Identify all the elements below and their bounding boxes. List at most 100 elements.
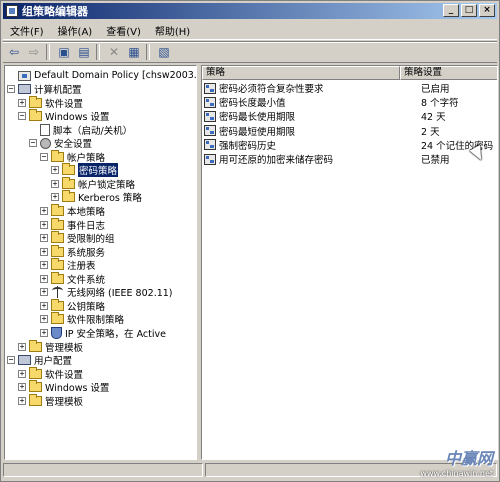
expand-icon[interactable]: + (18, 342, 26, 351)
menu-action[interactable]: 操作(A) (51, 23, 100, 38)
toolbar-separator (146, 44, 150, 60)
tree-item[interactable]: 脚本（启动/关机） (29, 123, 132, 137)
console-tree[interactable]: Default Domain Policy [chsw2003.ms − 计算机配置… (4, 65, 197, 460)
expand-icon[interactable]: + (40, 247, 48, 256)
tree-item-label: 帐户锁定策略 (78, 179, 136, 191)
policy-row[interactable]: 密码长度最小值 8 个字符 (202, 95, 497, 110)
expand-icon[interactable]: + (40, 328, 48, 337)
folder-icon (62, 190, 75, 203)
tree-item[interactable]: + 事件日志 (40, 217, 105, 232)
policy-row[interactable]: 密码必须符合复杂性要求 已启用 (202, 81, 497, 95)
folder-icon (29, 95, 42, 108)
policy-name: 用可还原的加密来储存密码 (219, 155, 334, 166)
tree-item[interactable]: + 管理模板 (18, 339, 83, 354)
collapse-icon[interactable]: − (40, 152, 48, 161)
tree-item[interactable]: + 密码策略 (51, 162, 120, 179)
expand-icon[interactable]: + (40, 220, 48, 229)
expand-icon[interactable]: + (18, 98, 26, 107)
column-header-policy[interactable]: 策略 (202, 66, 400, 80)
policy-row[interactable]: 密码最短使用期限 2 天 (202, 124, 497, 138)
expand-icon[interactable]: + (40, 315, 48, 324)
column-header-setting[interactable]: 策略设置 (400, 66, 497, 80)
folder-icon (51, 312, 64, 325)
details-pane[interactable]: 策略 策略设置 密码必须符合复杂性要求 已启用 密码长度最小值 8 个字符 密码最长使用… (201, 65, 498, 460)
expand-icon[interactable]: + (18, 383, 26, 392)
show-hide-tree-icon[interactable]: ▤ (75, 44, 93, 60)
tree-item[interactable]: + Windows 设置 (18, 380, 109, 394)
tree-item[interactable]: + 本地策略 (40, 204, 105, 218)
expand-icon[interactable]: + (40, 261, 48, 270)
help-icon[interactable]: ▧ (155, 44, 173, 60)
close-button[interactable]: × (479, 4, 495, 17)
collapse-icon[interactable]: − (18, 112, 26, 121)
menu-help[interactable]: 帮助(H) (148, 23, 197, 38)
menu-file[interactable]: 文件(F) (3, 23, 51, 38)
collapse-icon[interactable]: − (29, 139, 37, 148)
toolbar: ⇦ ⇨ ▣ ▤ ✕ ▦ ▧ (3, 41, 497, 63)
delete-icon[interactable]: ✕ (105, 44, 123, 60)
folder-icon (51, 258, 64, 271)
expand-icon[interactable]: + (40, 234, 48, 243)
tree-item-label: 帐户策略 (67, 152, 106, 164)
tree-item[interactable]: + IP 安全策略，在 Active (40, 326, 166, 340)
tree-item[interactable]: + 软件限制策略 (40, 312, 124, 326)
policy-row[interactable]: 用可还原的加密来储存密码 已禁用 (202, 152, 497, 166)
window-controls: _ □ × (443, 4, 495, 17)
tree-item-label: 安全设置 (54, 139, 93, 151)
tree-item-label: 软件设置 (45, 369, 84, 381)
expand-icon[interactable]: + (51, 179, 59, 188)
tree-item[interactable]: − 用户配置 (7, 354, 72, 367)
computer-icon (18, 355, 31, 366)
tree-item[interactable]: + 公钥策略 (40, 298, 105, 313)
tree-item[interactable]: + 文件系统 (40, 271, 106, 286)
tree-item-label: 文件系统 (67, 274, 106, 286)
expand-icon[interactable]: + (40, 207, 48, 215)
tree-item[interactable]: + 受限制的组 (40, 231, 115, 245)
tree-item[interactable]: Default Domain Policy [chsw2003.ms (7, 69, 196, 82)
policy-name: 密码最短使用期限 (219, 126, 296, 138)
tree-item[interactable]: + 软件设置 (18, 95, 84, 110)
expand-icon[interactable]: + (18, 396, 26, 405)
tree-item[interactable]: + 管理模板 (18, 393, 83, 408)
tree-item[interactable]: − Windows 设置 (18, 109, 109, 123)
up-level-icon[interactable]: ▣ (55, 44, 73, 60)
menu-view[interactable]: 查看(V) (99, 23, 148, 38)
back-arrow-icon[interactable]: ⇦ (5, 44, 23, 60)
tree-item[interactable]: + 注册表 (40, 258, 96, 272)
tree-item-label: 软件设置 (45, 98, 84, 110)
tree-item[interactable]: + 系统服务 (40, 244, 105, 259)
policy-name: 密码长度最小值 (219, 98, 286, 110)
expand-icon[interactable]: + (40, 288, 48, 297)
tree-item[interactable]: − 安全设置 (29, 137, 92, 150)
tree-item[interactable]: + 帐户锁定策略 (51, 176, 136, 191)
expand-icon[interactable]: + (18, 369, 26, 378)
tree-item[interactable]: + Kerberos 策略 (51, 190, 142, 204)
minimize-button[interactable]: _ (443, 4, 459, 17)
policy-row[interactable]: 强制密码历史 24 个记住的密码 (202, 138, 497, 152)
collapse-icon[interactable]: − (7, 356, 15, 365)
watermark-logo: 中赢网 www.chinawin.net (420, 445, 493, 478)
tree-item[interactable]: + 无线网络 (IEEE 802.11) (40, 286, 173, 299)
expand-icon[interactable]: + (51, 166, 59, 175)
title-bar[interactable]: 组策略编辑器 _ □ × (3, 3, 497, 19)
gear-icon (40, 137, 51, 149)
tree-item[interactable]: − 帐户策略 (40, 149, 106, 164)
policy-setting-icon (204, 125, 216, 137)
tree-item[interactable]: + 软件设置 (18, 366, 84, 381)
folder-icon (51, 298, 64, 311)
maximize-button[interactable]: □ (461, 4, 477, 17)
expand-icon[interactable]: + (40, 274, 48, 283)
shield-icon (51, 326, 62, 339)
export-list-icon[interactable]: ▦ (125, 44, 143, 60)
folder-icon (62, 176, 75, 189)
collapse-icon[interactable]: − (7, 85, 15, 94)
policy-name: 密码必须符合复杂性要求 (219, 84, 324, 95)
policy-row[interactable]: 密码最长使用期限 42 天 (202, 109, 497, 123)
window-title: 组策略编辑器 (22, 5, 88, 18)
tree-item[interactable]: − 计算机配置 (7, 83, 82, 96)
expand-icon[interactable]: + (51, 193, 59, 202)
expand-icon[interactable]: + (40, 301, 48, 310)
forward-arrow-icon[interactable]: ⇨ (25, 44, 43, 60)
